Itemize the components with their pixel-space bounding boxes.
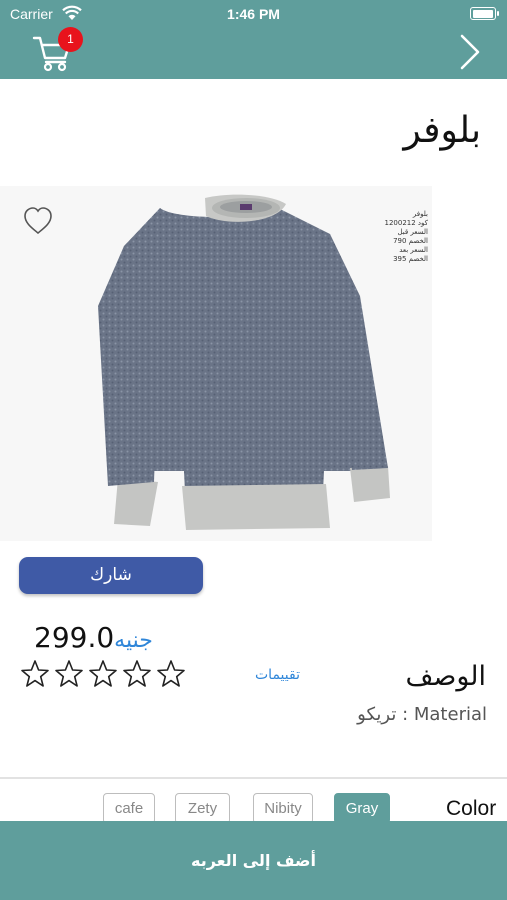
star-outline-icon[interactable] [54,659,84,689]
material-text: Material : تريكو [357,704,487,725]
sticker-line: الخصم 395 [393,255,428,263]
chevron-right-icon[interactable] [458,32,482,72]
status-bar: Carrier 1:46 PM [0,0,507,28]
price: جنيه299.0 [34,621,159,654]
heart-outline-icon[interactable] [22,206,54,236]
share-button[interactable]: شارك [19,557,203,594]
price-value: 299.0 [34,621,115,654]
description-label: الوصف [405,661,486,692]
sticker-line: السعر قبل [397,228,428,236]
top-bar: Carrier 1:46 PM 1 [0,0,507,79]
sticker-line: الخصم 790 [393,237,428,245]
product-image [0,186,432,541]
color-option-gray[interactable]: Gray [334,793,390,824]
sticker-line: السعر بعد [399,246,428,254]
clock: 1:46 PM [227,6,280,22]
add-to-cart-button[interactable]: أضف إلى العربه [0,821,507,900]
sticker-line: كود 1200212 [384,219,428,227]
divider [0,777,507,779]
reviews-link[interactable]: تقييمات [255,667,300,683]
battery-icon [470,7,499,20]
star-outline-icon[interactable] [88,659,118,689]
product-title: بلوفر [403,110,481,151]
price-sticker: بلوفر كود 1200212 السعر قبل الخصم 790 ال… [376,210,428,264]
battery-fill [472,9,493,18]
rating-stars [20,659,186,693]
star-outline-icon[interactable] [156,659,186,689]
color-label: Color [446,797,497,820]
star-outline-icon[interactable] [122,659,152,689]
star-outline-icon[interactable] [20,659,50,689]
cart-count-badge: 1 [58,27,83,52]
color-option-zety[interactable]: Zety [175,793,230,824]
sticker-line: بلوفر [412,210,428,218]
color-option-nibity[interactable]: Nibity [253,793,313,824]
color-option-cafe[interactable]: cafe [103,793,155,824]
price-currency: جنيه [114,628,153,653]
